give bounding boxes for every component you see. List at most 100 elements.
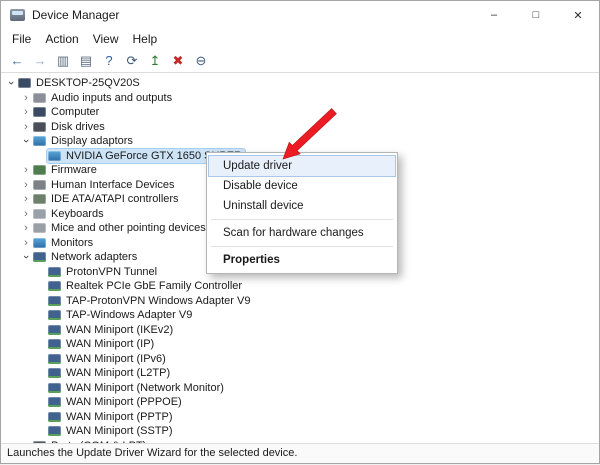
tree-node-body[interactable]: Mice and other pointing devices — [32, 221, 209, 235]
chevron-collapsed-icon[interactable]: › — [20, 179, 32, 191]
network-icon — [48, 310, 61, 320]
tree-node-body[interactable]: WAN Miniport (IPv6) — [47, 352, 169, 366]
tree-node-label: Monitors — [51, 237, 93, 249]
chevron-collapsed-icon[interactable]: › — [20, 164, 32, 176]
chevron-collapsed-icon[interactable]: › — [20, 193, 32, 205]
context-menu-item-disable-device[interactable]: Disable device — [209, 176, 395, 196]
tree-node-body[interactable]: Audio inputs and outputs — [32, 91, 175, 105]
mouse-icon — [33, 223, 46, 233]
tree-node-body[interactable]: TAP-ProtonVPN Windows Adapter V9 — [47, 294, 253, 308]
close-button[interactable]: ✕ — [557, 1, 599, 29]
network-icon — [48, 325, 61, 335]
context-menu-item-uninstall-device[interactable]: Uninstall device — [209, 196, 395, 216]
tree-node-body[interactable]: Display adaptors — [32, 134, 136, 148]
chevron-collapsed-icon[interactable]: › — [20, 121, 32, 133]
tree-node-label: Human Interface Devices — [51, 179, 175, 191]
tree-node-body[interactable]: DESKTOP-25QV20S — [17, 76, 143, 90]
tree-node-body[interactable]: WAN Miniport (PPPOE) — [47, 395, 185, 409]
tree-node[interactable]: › Display adaptors — [1, 134, 599, 149]
uninstall-device-icon[interactable]: ✖ — [168, 51, 188, 71]
network-icon — [48, 412, 61, 422]
chevron-expanded-icon[interactable]: › — [5, 77, 17, 89]
menu-action[interactable]: Action — [38, 30, 85, 48]
back-icon[interactable]: ← — [7, 51, 27, 71]
computer-icon — [33, 107, 46, 117]
tree-node-body[interactable]: Realtek PCIe GbE Family Controller — [47, 279, 245, 293]
tree-node-label: WAN Miniport (PPPOE) — [66, 396, 182, 408]
tree-node-body[interactable]: TAP-Windows Adapter V9 — [47, 308, 195, 322]
menu-file[interactable]: File — [5, 30, 38, 48]
context-menu-item-update-driver[interactable]: Update driver — [209, 156, 395, 176]
tree-node[interactable]: ›DESKTOP-25QV20S — [1, 76, 599, 91]
tree-node-label: ProtonVPN Tunnel — [66, 266, 157, 278]
tree-node[interactable]: WAN Miniport (PPPOE) — [1, 395, 599, 410]
tree-node[interactable]: ›Disk drives — [1, 120, 599, 135]
tree-node-body[interactable]: Human Interface Devices — [32, 178, 178, 192]
scan-hardware-icon[interactable]: ⟳ — [122, 51, 142, 71]
firmware-icon — [33, 165, 46, 175]
tree-node-label: WAN Miniport (IPv6) — [66, 353, 166, 365]
tree-node[interactable]: TAP-Windows Adapter V9 — [1, 308, 599, 323]
tree-node-body[interactable]: WAN Miniport (IKEv2) — [47, 323, 176, 337]
tree-node-body[interactable]: Keyboards — [32, 207, 107, 221]
menu-help[interactable]: Help — [126, 30, 165, 48]
tree-node[interactable]: WAN Miniport (IKEv2) — [1, 323, 599, 338]
context-menu-item-scan-for-hardware-changes[interactable]: Scan for hardware changes — [209, 223, 395, 243]
tree-node-body[interactable]: Firmware — [32, 163, 100, 177]
tree-node-body[interactable]: Disk drives — [32, 120, 108, 134]
chevron-collapsed-icon[interactable]: › — [20, 208, 32, 220]
tree-node[interactable]: TAP-ProtonVPN Windows Adapter V9 — [1, 294, 599, 309]
tree-node[interactable]: ›Computer — [1, 105, 599, 120]
tree-node[interactable]: WAN Miniport (IPv6) — [1, 352, 599, 367]
tree-node[interactable]: WAN Miniport (SSTP) — [1, 424, 599, 439]
update-driver-icon[interactable]: ↥ — [145, 51, 165, 71]
tree-node-body[interactable]: WAN Miniport (L2TP) — [47, 366, 173, 380]
tree-node-body[interactable]: Network adapters — [32, 250, 140, 264]
device-manager-window: Device Manager –□✕ FileActionViewHelp ←→… — [0, 0, 600, 464]
chevron-collapsed-icon[interactable]: › — [20, 92, 32, 104]
maximize-button[interactable]: □ — [515, 1, 557, 29]
tree-node[interactable]: WAN Miniport (IP) — [1, 337, 599, 352]
chevron-collapsed-icon[interactable]: › — [20, 106, 32, 118]
menu-bar: FileActionViewHelp — [1, 29, 599, 49]
chevron-collapsed-icon[interactable]: › — [20, 237, 32, 249]
tree-node-body[interactable]: WAN Miniport (SSTP) — [47, 424, 176, 438]
tree-node[interactable]: WAN Miniport (L2TP) — [1, 366, 599, 381]
tree-node-body[interactable]: ProtonVPN Tunnel — [47, 265, 160, 279]
menu-view[interactable]: View — [86, 30, 126, 48]
help-icon[interactable]: ? — [99, 51, 119, 71]
tree-node[interactable]: WAN Miniport (PPTP) — [1, 410, 599, 425]
window-title: Device Manager — [32, 8, 119, 22]
display-icon — [33, 136, 46, 146]
network-icon — [48, 339, 61, 349]
disk-icon — [33, 122, 46, 132]
tree-node-body[interactable]: IDE ATA/ATAPI controllers — [32, 192, 182, 206]
context-menu-item-properties[interactable]: Properties — [209, 250, 395, 270]
disable-device-icon[interactable]: ⊖ — [191, 51, 211, 71]
tree-node-label: WAN Miniport (Network Monitor) — [66, 382, 224, 394]
tree-node-label: Display adaptors — [51, 135, 133, 147]
toolbar: ←→▥▤?⟳↥✖⊖ — [1, 49, 599, 73]
tree-node-label: WAN Miniport (IP) — [66, 338, 154, 350]
tree-node-label: Audio inputs and outputs — [51, 92, 172, 104]
network-icon — [48, 354, 61, 364]
chevron-expanded-icon[interactable]: › — [20, 251, 32, 263]
tree-node-body[interactable]: Monitors — [32, 236, 96, 250]
tree-node[interactable]: Realtek PCIe GbE Family Controller — [1, 279, 599, 294]
chevron-expanded-icon[interactable]: › — [20, 135, 32, 147]
audio-icon — [33, 93, 46, 103]
tree-node-body[interactable]: WAN Miniport (PPTP) — [47, 410, 176, 424]
tree-node-body[interactable]: Computer — [32, 105, 102, 119]
properties-icon[interactable]: ▤ — [76, 51, 96, 71]
tree-node-label: WAN Miniport (PPTP) — [66, 411, 173, 423]
tree-node[interactable]: WAN Miniport (Network Monitor) — [1, 381, 599, 396]
tree-node-body[interactable]: WAN Miniport (IP) — [47, 337, 157, 351]
tree-node-body[interactable]: WAN Miniport (Network Monitor) — [47, 381, 227, 395]
minimize-button[interactable]: – — [473, 1, 515, 29]
chevron-collapsed-icon[interactable]: › — [20, 222, 32, 234]
network-icon — [48, 383, 61, 393]
show-console-tree-icon[interactable]: ▥ — [53, 51, 73, 71]
forward-icon[interactable]: → — [30, 51, 50, 71]
tree-node-label: IDE ATA/ATAPI controllers — [51, 193, 179, 205]
tree-node[interactable]: › Audio inputs and outputs — [1, 91, 599, 106]
